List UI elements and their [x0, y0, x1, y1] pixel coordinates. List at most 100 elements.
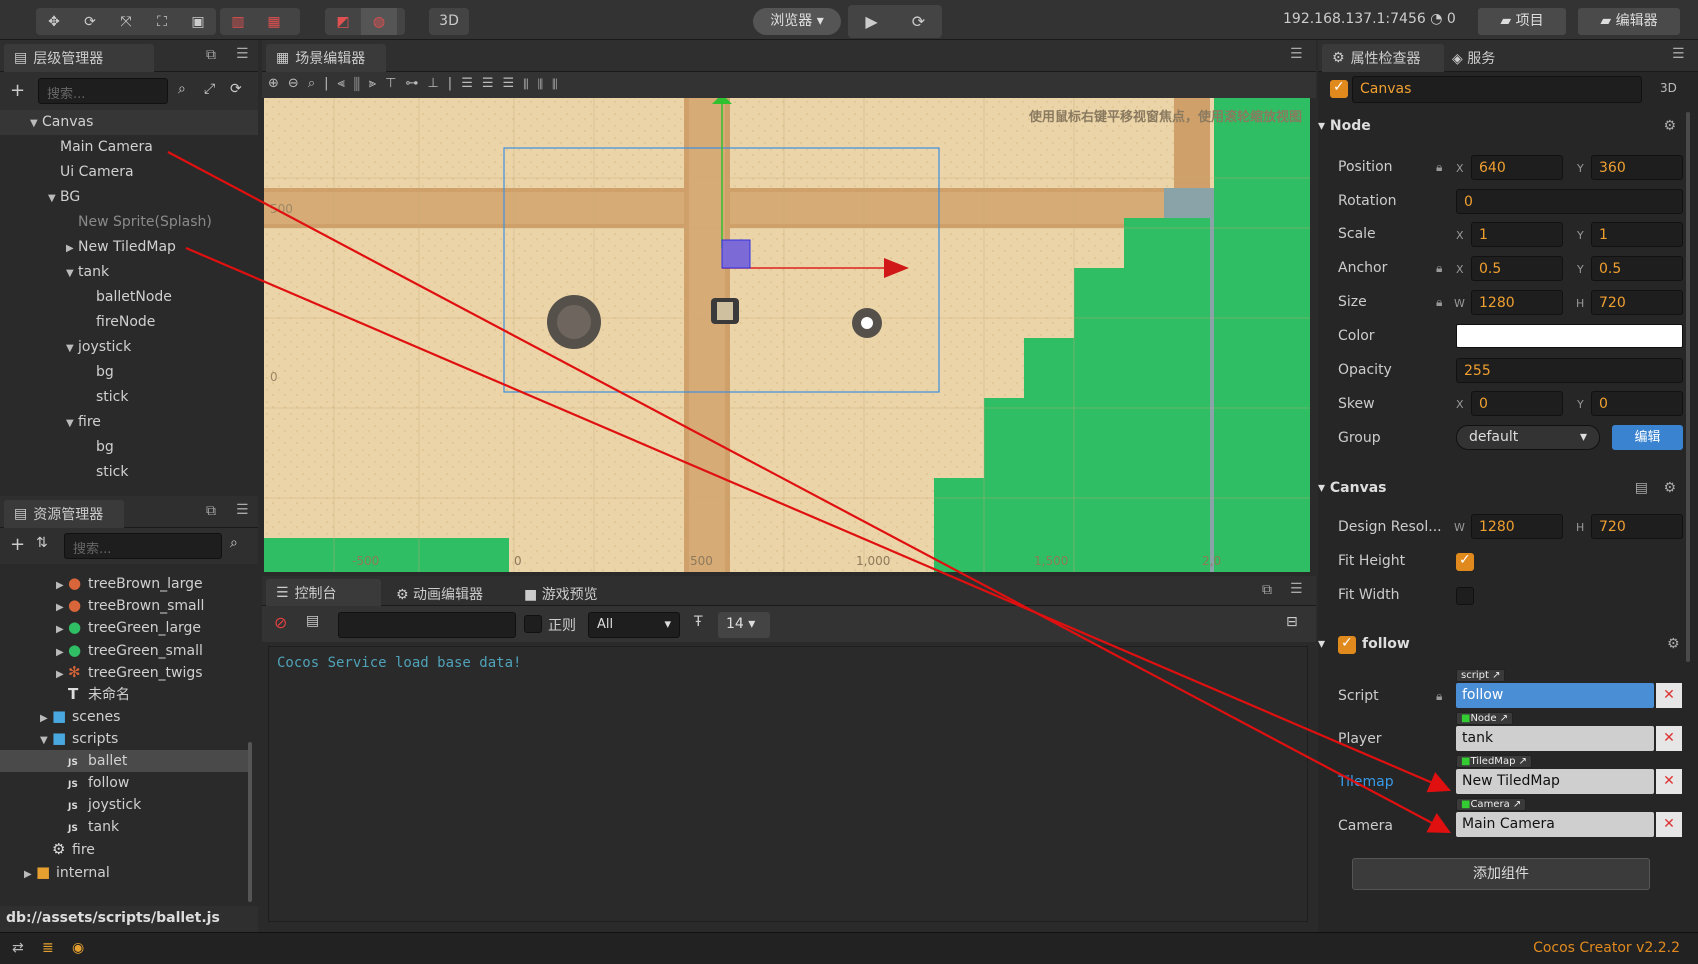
popout-icon[interactable]: ⧉ [206, 47, 216, 63]
clear-script-button[interactable]: ✕ [1656, 683, 1682, 708]
browser-select[interactable]: 浏览器 ▾ [753, 8, 841, 35]
gizmo-world-icon[interactable]: ◍ [361, 8, 397, 35]
menu-icon[interactable]: ☰ [1290, 46, 1303, 62]
hierarchy-node[interactable]: stick [0, 460, 258, 485]
asset-item[interactable]: JS follow [0, 772, 248, 794]
rect-tool-icon[interactable]: ⛶ [144, 8, 180, 35]
zoom-out-icon[interactable]: ⊖ [288, 76, 308, 91]
console-filter-input[interactable] [338, 612, 516, 638]
distribute-top-icon[interactable]: ☰ [461, 76, 482, 91]
scale-x-field[interactable]: 1 [1471, 222, 1563, 247]
hierarchy-node[interactable]: ▼ joystick [0, 335, 258, 360]
script-field[interactable]: follow [1456, 683, 1654, 708]
external-link-icon[interactable]: ↗ [1513, 799, 1521, 810]
player-field[interactable]: tank [1456, 726, 1654, 751]
color-swatch[interactable] [1456, 324, 1683, 348]
clear-icon[interactable]: ⊘ [274, 613, 287, 632]
gizmo-center-handle[interactable] [721, 239, 751, 269]
align-hcenter-icon[interactable]: ⫼ [354, 76, 369, 91]
expand-closed-icon[interactable]: ▶ [24, 864, 36, 886]
tab-console[interactable]: ☰ 控制台 [266, 579, 381, 607]
design-h-field[interactable]: 720 [1591, 514, 1683, 539]
hierarchy-node[interactable]: Ui Camera [0, 160, 258, 185]
mode-3d-button[interactable]: 3D [429, 8, 469, 35]
expand-open-icon[interactable]: ▼ [48, 186, 60, 211]
hierarchy-node[interactable]: ▼ Canvas [0, 110, 258, 135]
asset-item[interactable]: ▶ ● treeBrown_small [0, 594, 248, 616]
mode-3d-toggle[interactable]: 3D [1660, 81, 1677, 95]
hierarchy-node[interactable]: bg [0, 435, 258, 460]
lock-icon[interactable]: 🔒︎ [1436, 160, 1442, 175]
eye-icon[interactable]: ◉ [72, 940, 84, 956]
expand-open-icon[interactable]: ▼ [66, 336, 78, 361]
hierarchy-node[interactable]: ▼ tank [0, 260, 258, 285]
asset-item[interactable]: JS ballet [0, 749, 248, 772]
external-link-icon[interactable]: ↗ [1519, 756, 1527, 767]
asset-item[interactable]: JS tank [0, 816, 248, 838]
sync-icon[interactable]: ⇄ [12, 940, 24, 956]
zoom-in-icon[interactable]: ⊕ [268, 76, 288, 91]
scale-y-field[interactable]: 1 [1591, 222, 1683, 247]
menu-icon[interactable]: ☰ [1672, 46, 1685, 62]
popout-icon[interactable]: ⧉ [206, 503, 216, 519]
play-icon[interactable]: ▶ [848, 5, 895, 38]
anchor-x-field[interactable]: 0.5 [1471, 256, 1563, 281]
hierarchy-node[interactable]: ▼ BG [0, 185, 258, 210]
gear-icon[interactable]: ⚙ [1663, 118, 1676, 134]
zoom-reset-icon[interactable]: ⌕ [308, 76, 324, 91]
skew-x-field[interactable]: 0 [1471, 391, 1563, 416]
pivot-local-icon[interactable]: ▥ [220, 8, 256, 35]
node-name-field[interactable]: Canvas [1352, 76, 1642, 103]
tab-hierarchy[interactable]: ▤ 层级管理器 [4, 44, 154, 72]
editor-button[interactable]: ▰ 编辑器 [1578, 8, 1680, 35]
console-output[interactable]: Cocos Service load base data! [268, 646, 1308, 922]
inspector-scrollbar[interactable] [1686, 112, 1690, 662]
skew-y-field[interactable]: 0 [1591, 391, 1683, 416]
asset-item[interactable]: ▶ ■ internal [0, 861, 248, 883]
size-h-field[interactable]: 720 [1591, 290, 1683, 315]
hierarchy-node[interactable]: balletNode [0, 285, 258, 310]
search-icon[interactable]: ⌕ [230, 535, 238, 551]
asset-item[interactable]: ▶ ■ scenes [0, 705, 248, 727]
tab-scene[interactable]: ▦ 场景编辑器 [266, 44, 386, 72]
distribute-hcenter-icon[interactable]: ⦀ [538, 76, 552, 91]
font-size-select[interactable]: 14 ▾ [718, 612, 770, 638]
lock-icon[interactable]: 🔒︎ [1436, 261, 1442, 276]
joystick-stick-sprite[interactable] [557, 305, 591, 339]
regex-checkbox[interactable] [524, 615, 542, 633]
size-w-field[interactable]: 1280 [1471, 290, 1563, 315]
hierarchy-node[interactable]: bg [0, 360, 258, 385]
search-icon[interactable]: ⌕ [178, 81, 186, 97]
database-icon[interactable]: ≣ [42, 940, 54, 956]
hierarchy-node[interactable]: fireNode [0, 310, 258, 335]
clear-tilemap-button[interactable]: ✕ [1656, 769, 1682, 794]
align-top-icon[interactable]: ⊤ [385, 76, 405, 91]
hierarchy-search-input[interactable]: 搜索... [38, 78, 168, 104]
clear-camera-button[interactable]: ✕ [1656, 812, 1682, 837]
refresh-icon[interactable]: ⟳ [895, 5, 942, 38]
hierarchy-node[interactable]: Main Camera [0, 135, 258, 160]
hierarchy-node[interactable]: New Sprite(Splash) [0, 210, 258, 235]
collapse-icon[interactable]: ⊟ [1286, 614, 1298, 630]
camera-field[interactable]: Main Camera [1456, 812, 1654, 837]
add-asset-icon[interactable]: + [10, 534, 25, 555]
scene-viewport[interactable]: 使用鼠标右键平移视窗焦点，使用滚轮缩放视图 500 0 -500 0 500 1… [264, 98, 1310, 572]
anchor-y-field[interactable]: 0.5 [1591, 256, 1683, 281]
menu-icon[interactable]: ☰ [1290, 581, 1303, 597]
tab-animation[interactable]: ⚙ 动画编辑器 [396, 584, 483, 604]
menu-icon[interactable]: ☰ [236, 502, 249, 518]
popout-icon[interactable]: ⧉ [1262, 582, 1272, 598]
asset-item[interactable]: ▶ ● treeBrown_large [0, 572, 248, 594]
lock-icon[interactable]: 🔒︎ [1436, 689, 1442, 704]
tab-services[interactable]: ◈ 服务 [1452, 48, 1495, 68]
gizmo-box-icon[interactable]: ◩ [325, 8, 361, 35]
position-x-field[interactable]: 640 [1471, 155, 1563, 180]
lock-icon[interactable]: 🔒︎ [1436, 295, 1442, 310]
align-vcenter-icon[interactable]: ⊶ [405, 76, 427, 91]
hierarchy-node[interactable]: ▶ New TiledMap [0, 235, 258, 260]
expand-open-icon[interactable]: ▼ [30, 111, 42, 136]
menu-icon[interactable]: ☰ [236, 46, 249, 62]
asset-item[interactable]: ▼ ■ scripts [0, 727, 248, 749]
tab-assets[interactable]: ▤ 资源管理器 [4, 500, 124, 528]
distribute-bottom-icon[interactable]: ☰ [503, 76, 524, 91]
